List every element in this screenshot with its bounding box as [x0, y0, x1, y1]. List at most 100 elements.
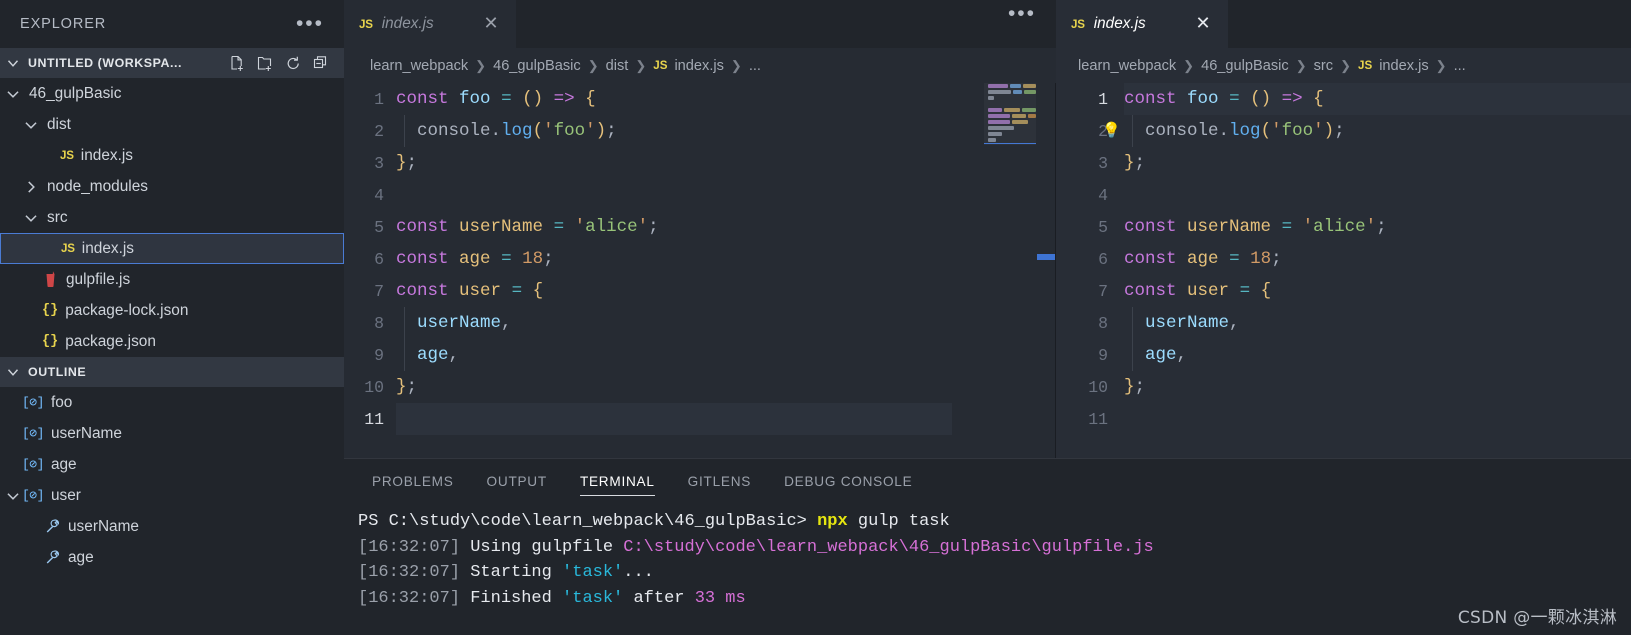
minimap[interactable] [984, 83, 1037, 458]
line-number: 7 [374, 281, 384, 301]
code-line[interactable]: 3}; [344, 147, 1056, 179]
code-line[interactable]: 8 userName, [1056, 307, 1631, 339]
breadcrumb-segment[interactable]: learn_webpack [370, 58, 468, 74]
code-line[interactable]: 9 age, [344, 339, 1056, 371]
tree-item[interactable]: dist [0, 109, 344, 140]
code-editor-right[interactable]: 1 const foo = () => {2 console.log('foo')… [1056, 83, 1631, 458]
gulp-file-icon [46, 271, 55, 288]
outline-item[interactable]: age [0, 542, 344, 573]
outline-item[interactable]: userName [0, 511, 344, 542]
line-number: 8 [1098, 313, 1108, 333]
code-text: age, [417, 345, 460, 365]
collapse-all-icon[interactable] [313, 55, 330, 72]
outline-item[interactable]: [⊘] user [0, 480, 344, 511]
code-line[interactable]: 1 const foo = () => { [344, 83, 1056, 115]
code-text: const foo = () => { [1124, 89, 1324, 109]
panel-tab-output[interactable]: OUTPUT [471, 459, 563, 503]
close-icon[interactable]: ✕ [480, 14, 502, 34]
lightbulb-icon[interactable]: 💡 [1102, 121, 1121, 140]
refresh-icon[interactable] [285, 55, 302, 72]
ellipsis-icon[interactable]: ••• [1004, 0, 1056, 24]
code-line[interactable]: 10}; [1056, 371, 1631, 403]
code-line[interactable]: 6 const age = 18; [344, 243, 1056, 275]
json-file-icon: {} [42, 303, 59, 318]
tree-item[interactable]: JS index.js [0, 140, 344, 171]
json-file-icon: {} [42, 334, 59, 349]
watermark: CSDN @一颗冰淇淋 [1457, 608, 1617, 628]
terminal-output[interactable]: PS C:\study\code\learn_webpack\46_gulpBa… [344, 503, 1631, 611]
tree-item[interactable]: gulpfile.js [0, 264, 344, 295]
tree-item-label: src [47, 208, 68, 226]
code-text: }; [396, 153, 418, 173]
outline-label: OUTLINE [28, 365, 87, 379]
breadcrumb: learn_webpack ❯ 46_gulpBasic ❯ src ❯ JS index.j… [1056, 48, 1631, 83]
tab-index-js-dist[interactable]: JS index.js ✕ [344, 0, 516, 48]
editor-group-left: JS index.js ✕ ••• learn_webpack ❯ 46_gulpB… [344, 0, 1056, 458]
scrollbar-marker [1037, 254, 1055, 260]
code-line[interactable]: 7 const user = { [344, 275, 1056, 307]
code-line[interactable]: 6 const age = 18; [1056, 243, 1631, 275]
breadcrumb-segment[interactable]: index.js [674, 58, 723, 74]
code-line[interactable]: 7 const user = { [1056, 275, 1631, 307]
tree-item[interactable]: 46_gulpBasic [0, 78, 344, 109]
code-line[interactable]: 2 console.log('foo'); [344, 115, 1056, 147]
panel-tab-gitlens[interactable]: GITLENS [672, 459, 767, 503]
breadcrumb-segment[interactable]: ... [1454, 58, 1466, 74]
code-line[interactable]: 5 const userName = 'alice'; [1056, 211, 1631, 243]
bottom-panel: PROBLEMS OUTPUT TERMINAL GITLENS DEBUG CONSO… [344, 458, 1631, 635]
code-line[interactable]: 11 [1056, 403, 1631, 435]
close-icon[interactable]: ✕ [1192, 14, 1214, 34]
workspace-section-header[interactable]: UNTITLED (WORKSPA... [0, 48, 344, 78]
chevron-down-icon [25, 121, 37, 129]
code-line[interactable]: 4 [1056, 179, 1631, 211]
outline-section-header[interactable]: OUTLINE [0, 357, 344, 387]
breadcrumb-segment[interactable]: src [1314, 58, 1333, 74]
panel-tab-problems[interactable]: PROBLEMS [356, 459, 470, 503]
line-number: 8 [374, 313, 384, 333]
panel-tab-debug-console[interactable]: DEBUG CONSOLE [768, 459, 928, 503]
new-folder-icon[interactable] [257, 55, 274, 72]
code-line[interactable]: 10}; [344, 371, 1056, 403]
tree-item[interactable]: src [0, 202, 344, 233]
line-number: 9 [1098, 345, 1108, 365]
breadcrumb-segment[interactable]: ... [749, 58, 761, 74]
chevron-down-icon [7, 90, 19, 98]
tab-index-js-src[interactable]: JS index.js ✕ [1056, 0, 1228, 48]
code-text: const userName = 'alice'; [396, 217, 659, 237]
breadcrumb-segment[interactable]: 46_gulpBasic [493, 58, 581, 74]
outline-item[interactable]: [⊘] age [0, 449, 344, 480]
indent-guide [1132, 115, 1133, 147]
tree-item[interactable]: {} package.json [0, 326, 344, 357]
code-line[interactable]: 11 [344, 403, 1056, 435]
line-number: 5 [1098, 217, 1108, 237]
tree-item[interactable]: {} package-lock.json [0, 295, 344, 326]
breadcrumb-segment[interactable]: 46_gulpBasic [1201, 58, 1289, 74]
code-line[interactable]: 5 const userName = 'alice'; [344, 211, 1056, 243]
current-line-highlight [396, 403, 952, 435]
code-line[interactable]: 4 [344, 179, 1056, 211]
scrollbar[interactable] [1036, 83, 1056, 458]
outline-item[interactable]: [⊘] foo [0, 387, 344, 418]
code-line[interactable]: 1 const foo = () => { [1056, 83, 1631, 115]
outline-item[interactable]: [⊘] userName [0, 418, 344, 449]
outline-item-label: age [50, 455, 77, 473]
code-editor-left[interactable]: 1 const foo = () => {2 console.log('foo')… [344, 83, 1056, 458]
line-number: 4 [1098, 185, 1108, 205]
code-text: const age = 18; [1124, 249, 1282, 269]
breadcrumb-segment[interactable]: dist [606, 58, 629, 74]
code-line[interactable]: 2 console.log('foo'); 💡 [1056, 115, 1631, 147]
indent-guide [404, 339, 405, 371]
breadcrumb-segment[interactable]: index.js [1379, 58, 1428, 74]
indent-guide [404, 307, 405, 339]
tab-bar-left: JS index.js ✕ ••• [344, 0, 1056, 48]
code-line[interactable]: 8 userName, [344, 307, 1056, 339]
code-line[interactable]: 9 age, [1056, 339, 1631, 371]
tree-item[interactable]: node_modules [0, 171, 344, 202]
minimap-slider[interactable] [984, 83, 1036, 145]
tree-item-selected[interactable]: JS index.js [0, 233, 344, 264]
code-line[interactable]: 3}; [1056, 147, 1631, 179]
breadcrumb-segment[interactable]: learn_webpack [1078, 58, 1176, 74]
panel-tab-terminal[interactable]: TERMINAL [564, 459, 671, 503]
ellipsis-icon[interactable]: ••• [292, 13, 328, 34]
new-file-icon[interactable] [229, 55, 246, 72]
